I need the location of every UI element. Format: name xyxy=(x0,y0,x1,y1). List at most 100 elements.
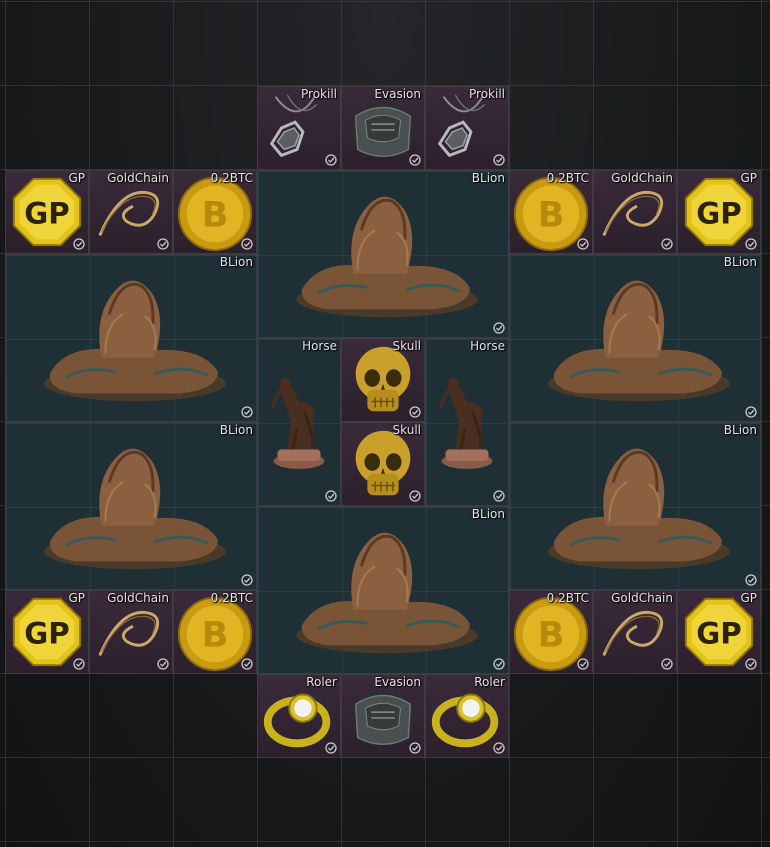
item-btc[interactable]: B 0.2BTC xyxy=(509,590,593,674)
horse-figurine-icon xyxy=(438,377,493,469)
horse-figurine-icon xyxy=(270,377,325,469)
found-in-raid-check-icon xyxy=(493,742,505,754)
item-label: Roler xyxy=(474,675,505,689)
item-label: GoldChain xyxy=(611,591,673,605)
item-roler[interactable]: Roler xyxy=(425,674,509,758)
svg-text:B: B xyxy=(538,615,565,656)
item-horse[interactable]: Horse xyxy=(257,338,341,506)
item-label: BLion xyxy=(723,255,757,269)
item-btc[interactable]: B 0.2BTC xyxy=(509,170,593,254)
item-label: 0.2BTC xyxy=(546,171,589,185)
item-skull[interactable]: Skull xyxy=(341,338,425,422)
found-in-raid-check-icon xyxy=(157,658,169,670)
found-in-raid-check-icon xyxy=(325,742,337,754)
found-in-raid-check-icon xyxy=(493,154,505,166)
bronze-lion-icon xyxy=(548,280,730,402)
item-label: GoldChain xyxy=(107,591,169,605)
found-in-raid-check-icon xyxy=(745,658,757,670)
found-in-raid-check-icon xyxy=(577,658,589,670)
found-in-raid-check-icon xyxy=(409,490,421,502)
item-blion[interactable]: BLion xyxy=(257,170,509,338)
item-btc[interactable]: B 0.2BTC xyxy=(173,590,257,674)
item-label: GoldChain xyxy=(107,171,169,185)
item-label: GP xyxy=(740,171,757,185)
item-label: GP xyxy=(740,591,757,605)
item-gp-coin[interactable]: GP GP xyxy=(677,170,761,254)
found-in-raid-check-icon xyxy=(73,238,85,250)
found-in-raid-check-icon xyxy=(745,238,757,250)
found-in-raid-check-icon xyxy=(409,154,421,166)
item-gp-coin[interactable]: GP GP xyxy=(677,590,761,674)
item-gp-coin[interactable]: GP GP xyxy=(5,590,89,674)
bronze-lion-icon xyxy=(44,448,226,570)
item-gp-coin[interactable]: GP GP xyxy=(5,170,89,254)
item-label: Evasion xyxy=(374,675,421,689)
item-label: Prokill xyxy=(301,87,337,101)
found-in-raid-check-icon xyxy=(409,406,421,418)
stash-grid: Prokill Evasion Prokill GP GP GoldChain … xyxy=(0,0,770,847)
item-label: BLion xyxy=(471,171,505,185)
item-evasion[interactable]: Evasion xyxy=(341,86,425,170)
bronze-lion-icon xyxy=(296,196,478,318)
found-in-raid-check-icon xyxy=(241,406,253,418)
found-in-raid-check-icon xyxy=(325,490,337,502)
found-in-raid-check-icon xyxy=(661,658,673,670)
bronze-lion-icon xyxy=(548,448,730,570)
item-blion[interactable]: BLion xyxy=(509,422,761,590)
found-in-raid-check-icon xyxy=(241,238,253,250)
item-label: Horse xyxy=(470,339,505,353)
item-label: GP xyxy=(68,171,85,185)
item-goldchain[interactable]: GoldChain xyxy=(593,170,677,254)
svg-text:GP: GP xyxy=(696,197,741,231)
item-label: 0.2BTC xyxy=(210,171,253,185)
item-goldchain[interactable]: GoldChain xyxy=(89,590,173,674)
found-in-raid-check-icon xyxy=(409,742,421,754)
item-label: BLion xyxy=(219,423,253,437)
item-blion[interactable]: BLion xyxy=(257,506,509,674)
bronze-lion-icon xyxy=(44,280,226,402)
svg-text:GP: GP xyxy=(24,197,69,231)
item-label: BLion xyxy=(219,255,253,269)
item-label: Roler xyxy=(306,675,337,689)
found-in-raid-check-icon xyxy=(325,154,337,166)
found-in-raid-check-icon xyxy=(493,322,505,334)
item-goldchain[interactable]: GoldChain xyxy=(89,170,173,254)
found-in-raid-check-icon xyxy=(493,490,505,502)
found-in-raid-check-icon xyxy=(661,238,673,250)
svg-text:GP: GP xyxy=(696,617,741,651)
svg-text:B: B xyxy=(538,195,565,236)
item-horse[interactable]: Horse xyxy=(425,338,509,506)
item-blion[interactable]: BLion xyxy=(509,254,761,422)
item-label: Horse xyxy=(302,339,337,353)
item-btc[interactable]: B 0.2BTC xyxy=(173,170,257,254)
item-blion[interactable]: BLion xyxy=(5,422,257,590)
item-label: BLion xyxy=(471,507,505,521)
item-evasion[interactable]: Evasion xyxy=(341,674,425,758)
item-prokill[interactable]: Prokill xyxy=(425,86,509,170)
item-goldchain[interactable]: GoldChain xyxy=(593,590,677,674)
item-label: Prokill xyxy=(469,87,505,101)
found-in-raid-check-icon xyxy=(577,238,589,250)
item-label: 0.2BTC xyxy=(210,591,253,605)
item-label: BLion xyxy=(723,423,757,437)
item-label: Evasion xyxy=(374,87,421,101)
item-blion[interactable]: BLion xyxy=(5,254,257,422)
found-in-raid-check-icon xyxy=(745,406,757,418)
svg-text:B: B xyxy=(202,615,229,656)
svg-text:B: B xyxy=(202,195,229,236)
item-label: GP xyxy=(68,591,85,605)
item-prokill[interactable]: Prokill xyxy=(257,86,341,170)
item-skull[interactable]: Skull xyxy=(341,422,425,506)
found-in-raid-check-icon xyxy=(241,574,253,586)
found-in-raid-check-icon xyxy=(493,658,505,670)
item-label: GoldChain xyxy=(611,171,673,185)
item-label: 0.2BTC xyxy=(546,591,589,605)
bronze-lion-icon xyxy=(296,532,478,654)
found-in-raid-check-icon xyxy=(73,658,85,670)
found-in-raid-check-icon xyxy=(157,238,169,250)
item-roler[interactable]: Roler xyxy=(257,674,341,758)
item-label: Skull xyxy=(392,423,421,437)
item-label: Skull xyxy=(392,339,421,353)
found-in-raid-check-icon xyxy=(745,574,757,586)
found-in-raid-check-icon xyxy=(241,658,253,670)
